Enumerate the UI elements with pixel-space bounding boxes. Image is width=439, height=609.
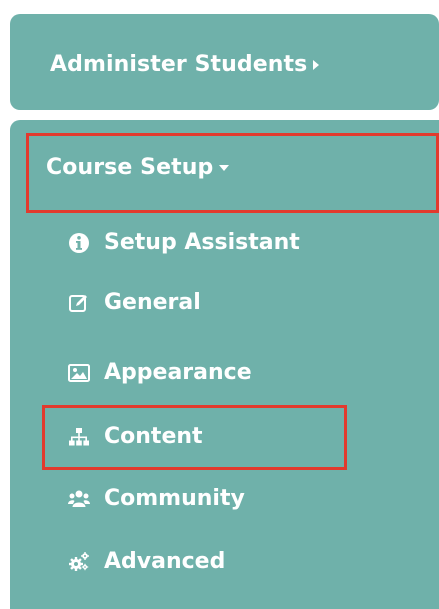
- menu-item-community[interactable]: Community: [68, 484, 245, 514]
- caret-down-icon: [219, 165, 230, 171]
- menu-item-setup-assistant[interactable]: Setup Assistant: [68, 228, 300, 258]
- info-circle-icon: [68, 232, 90, 254]
- menu-item-label: Appearance: [104, 360, 252, 385]
- course-setup-label: Course Setup: [46, 155, 214, 180]
- cogs-icon: [68, 551, 90, 573]
- menu-item-general[interactable]: General: [68, 288, 201, 318]
- course-setup-menu[interactable]: Course Setup: [46, 155, 230, 180]
- image-icon: [68, 362, 90, 384]
- menu-item-label: Setup Assistant: [104, 230, 300, 255]
- course-admin-menu: Administer Students Course Setup Setup A…: [0, 0, 439, 609]
- menu-item-appearance[interactable]: Appearance: [68, 358, 252, 388]
- administer-students-label: Administer Students: [50, 52, 308, 77]
- menu-item-label: Community: [104, 486, 245, 511]
- menu-item-advanced[interactable]: Advanced: [68, 547, 225, 577]
- edit-icon: [68, 292, 90, 314]
- sitemap-icon: [68, 426, 90, 448]
- administer-students-menu[interactable]: Administer Students: [50, 52, 320, 77]
- menu-item-content[interactable]: Content: [68, 422, 203, 452]
- caret-right-icon: [313, 60, 320, 70]
- menu-item-label: General: [104, 290, 201, 315]
- users-icon: [68, 488, 90, 510]
- menu-item-label: Advanced: [104, 549, 226, 574]
- menu-item-label: Content: [104, 424, 203, 449]
